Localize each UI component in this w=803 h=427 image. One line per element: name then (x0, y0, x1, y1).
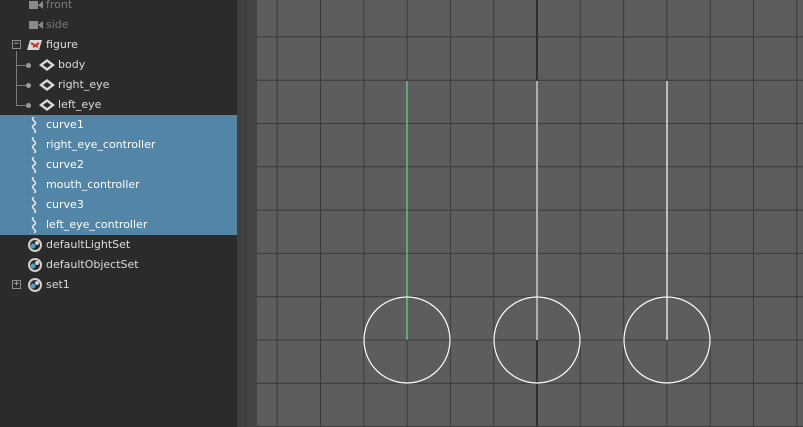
outliner-item-label: curve1 (46, 118, 84, 131)
tree-node-dot (26, 83, 31, 88)
outliner-item-label: figure (46, 38, 78, 51)
outliner-item-label: mouth_controller (46, 178, 140, 191)
outliner-item-label: defaultObjectSet (46, 258, 139, 271)
outliner-item-side[interactable]: side (0, 15, 237, 35)
viewport-canvas[interactable] (257, 0, 803, 427)
outliner-item-label: left_eye_controller (46, 218, 148, 231)
outliner-item-curve1[interactable]: curve1 (0, 115, 237, 135)
set-icon (27, 277, 43, 296)
outliner-item-left-eye[interactable]: left_eye (0, 95, 237, 115)
tree-node-dot (26, 63, 31, 68)
outliner-item-default-light-set[interactable]: defaultLightSet (0, 235, 237, 255)
outliner-item-label: left_eye (58, 98, 102, 111)
outliner-item-label: right_eye (58, 78, 110, 91)
curve-icon (29, 196, 39, 216)
outliner-item-front[interactable]: front (0, 0, 237, 15)
outliner-item-label: curve3 (46, 198, 84, 211)
camera-icon (29, 0, 43, 13)
nurbs-shape-icon (39, 59, 55, 74)
outliner-item-body[interactable]: body (0, 55, 237, 75)
camera-icon (29, 20, 43, 33)
panel-splitter[interactable] (247, 0, 257, 427)
tree-node-dot (26, 103, 31, 108)
set-icon (27, 237, 43, 256)
nurbs-shape-icon (39, 99, 55, 114)
outliner-item-label: front (46, 0, 73, 11)
outliner-item-curve2[interactable]: curve2 (0, 155, 237, 175)
outliner-item-label: defaultLightSet (46, 238, 131, 251)
group-transform-icon (27, 38, 43, 55)
outliner-item-label: side (46, 18, 69, 31)
viewport-background (257, 0, 803, 427)
set-icon (27, 257, 43, 276)
curve-icon (29, 116, 39, 136)
nurbs-shape-icon (39, 79, 55, 94)
outliner-item-label: body (58, 58, 86, 71)
curve-icon (29, 176, 39, 196)
outliner-item-curve3[interactable]: curve3 (0, 195, 237, 215)
outliner-item-mouth-controller[interactable]: mouth_controller (0, 175, 237, 195)
curve-icon (29, 156, 39, 176)
outliner-panel: front side − figure body right_eye left_… (0, 0, 237, 427)
viewport-panel[interactable] (257, 0, 803, 427)
outliner-item-right-eye[interactable]: right_eye (0, 75, 237, 95)
expand-toggle[interactable]: + (12, 280, 21, 289)
outliner-scrollbar[interactable] (237, 0, 247, 427)
outliner-item-label: set1 (46, 278, 70, 291)
curve-icon (29, 216, 39, 236)
collapse-toggle[interactable]: − (12, 40, 21, 49)
outliner-item-set1[interactable]: + set1 (0, 275, 237, 295)
outliner-item-label: curve2 (46, 158, 84, 171)
outliner-item-figure[interactable]: − figure (0, 35, 237, 55)
outliner-item-right-eye-controller[interactable]: right_eye_controller (0, 135, 237, 155)
outliner-item-left-eye-controller[interactable]: left_eye_controller (0, 215, 237, 235)
outliner-item-label: right_eye_controller (46, 138, 156, 151)
outliner-item-default-object-set[interactable]: defaultObjectSet (0, 255, 237, 275)
curve-icon (29, 136, 39, 156)
